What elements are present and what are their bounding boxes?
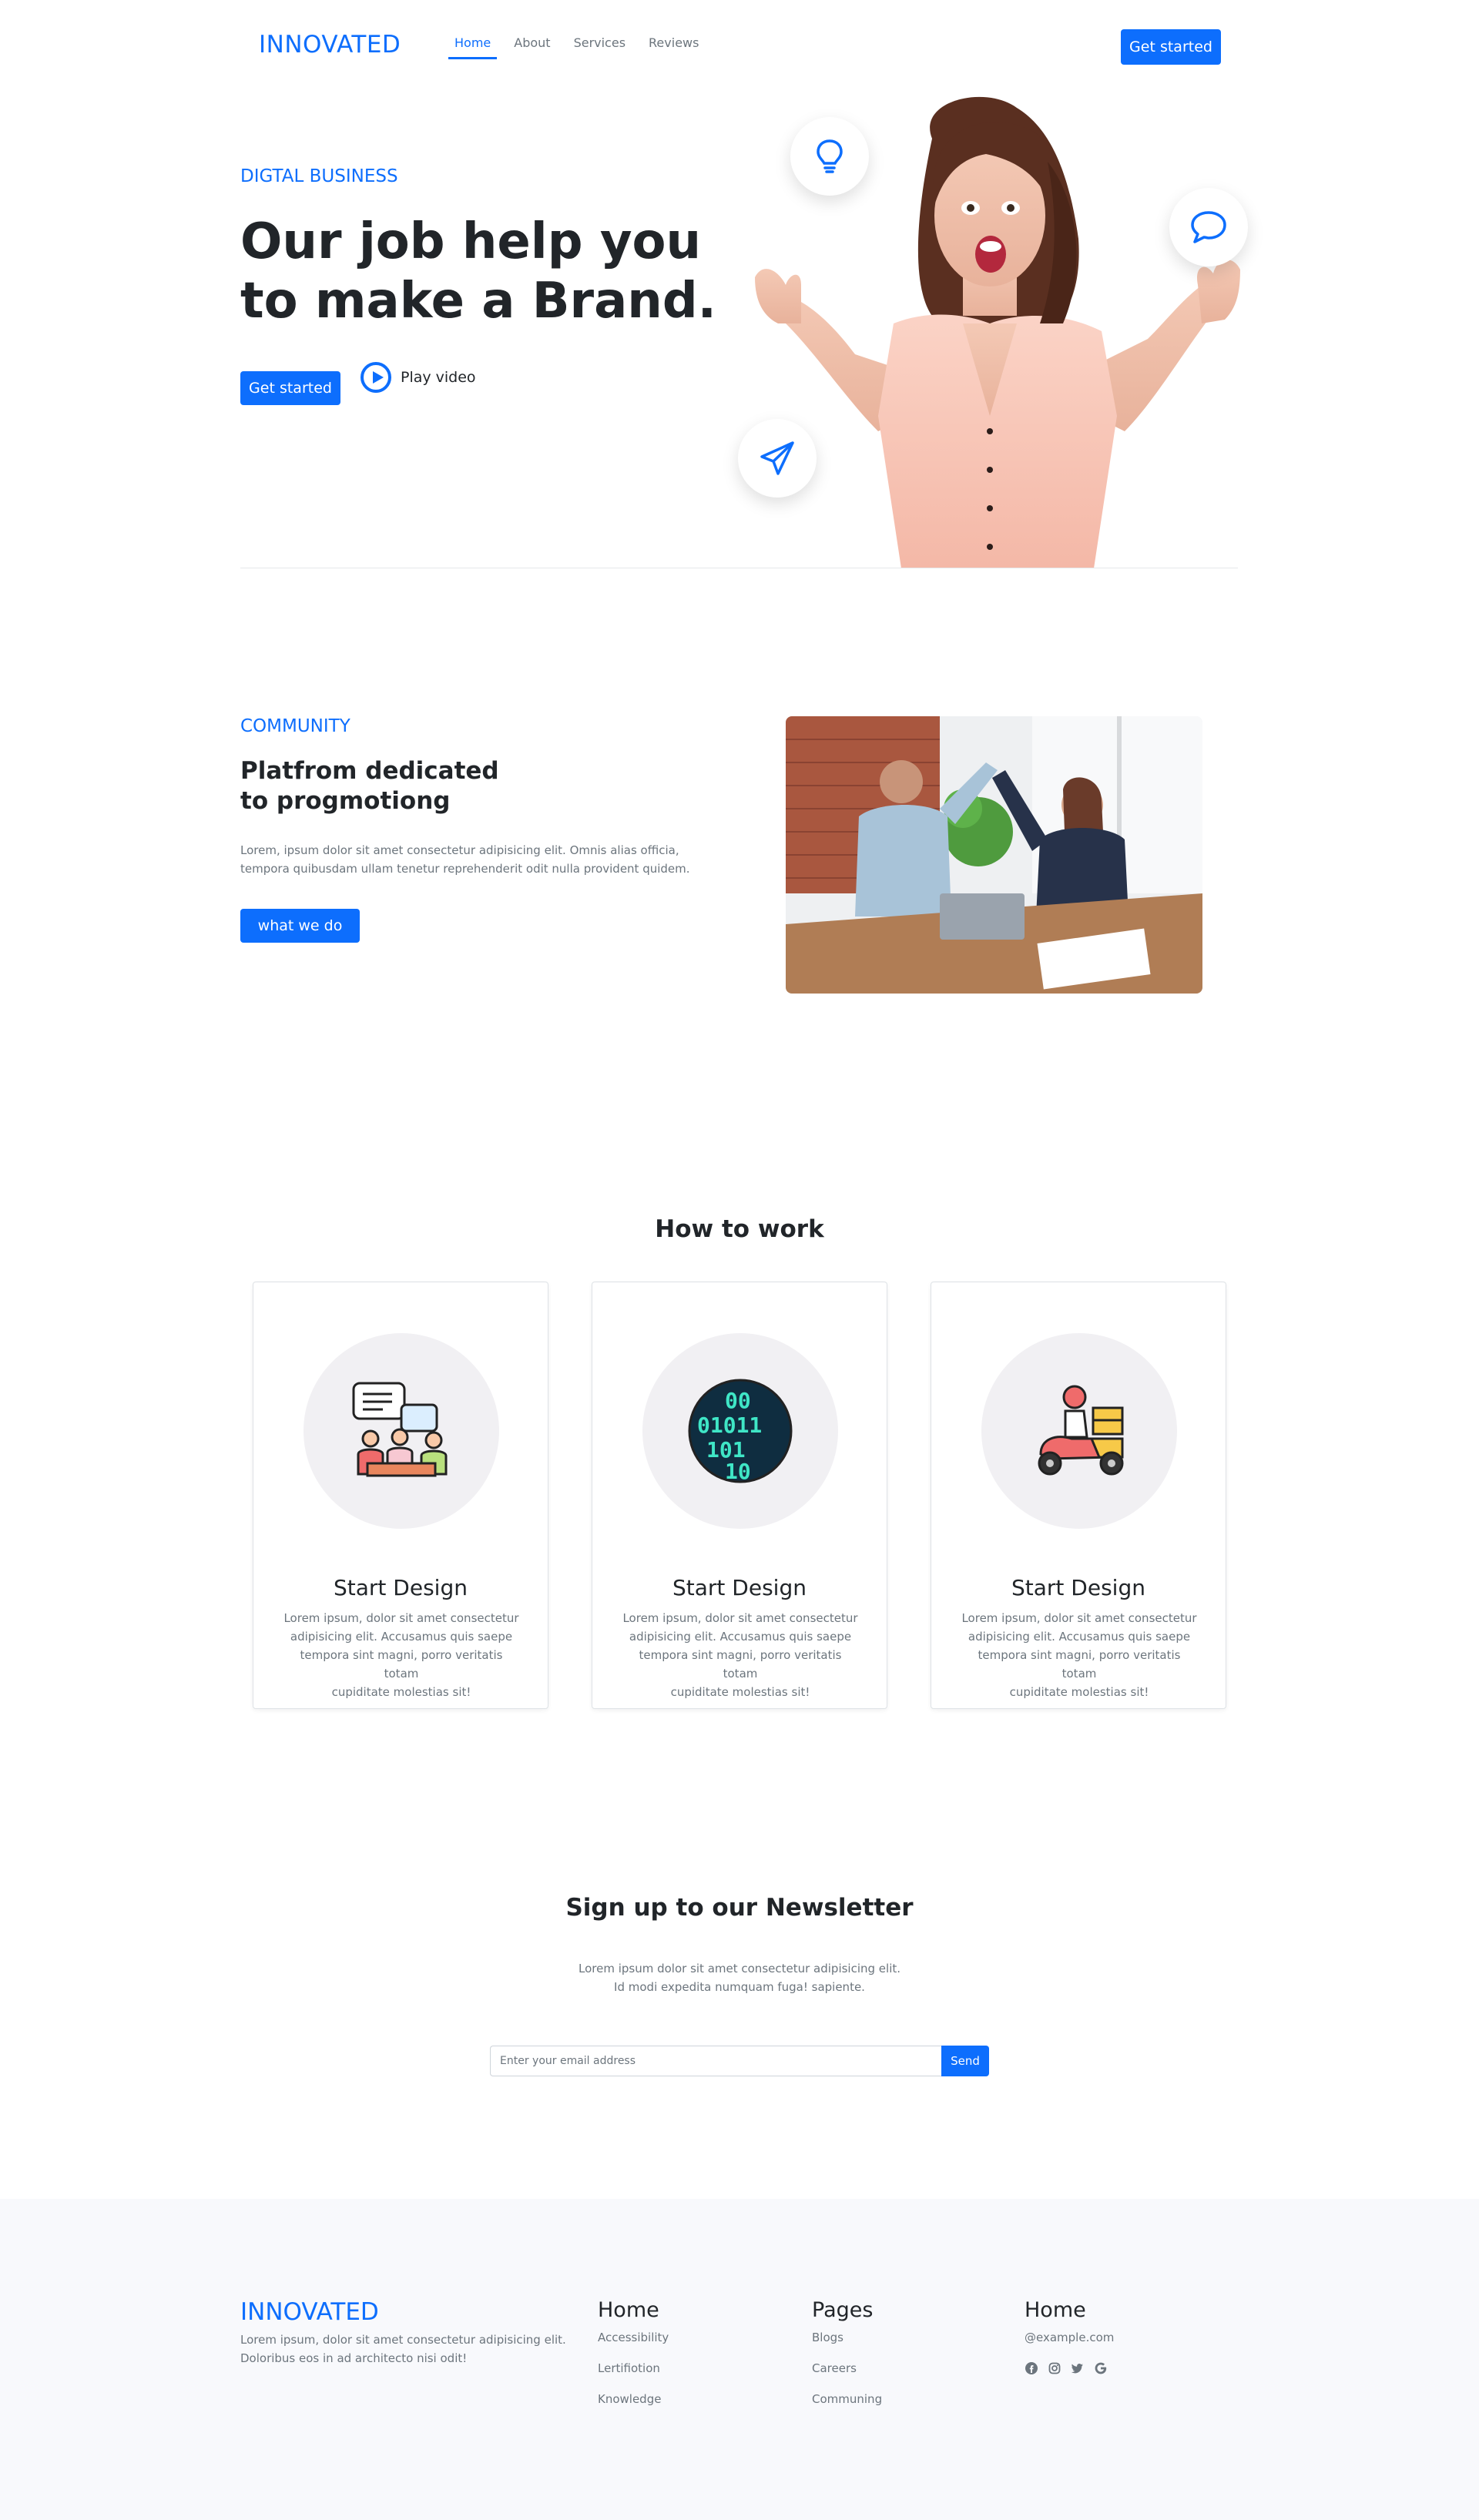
footer-link-lertifiotion[interactable]: Lertifiotion [598,2361,660,2375]
footer-col-pages-title: Pages [812,2298,874,2322]
card-title: Start Design [672,1575,807,1600]
team-meeting-icon [352,1382,448,1477]
card-icon-circle: 00 01011 101 10 [642,1333,838,1529]
community-title-line1: Platfrom dedicated [240,757,499,785]
community-eyebrow: COMMUNITY [240,716,350,736]
footer-link-knowledge[interactable]: Knowledge [598,2392,661,2406]
footer-link-blogs[interactable]: Blogs [812,2331,843,2344]
card-text: Lorem ipsum, dolor sit amet consectetur … [283,1609,520,1701]
nav-about[interactable]: About [508,35,556,59]
hero-get-started-button[interactable]: Get started [240,371,340,405]
card-text-line3: tempora sint magni, porro veritatis tota… [639,1648,842,1681]
card-text: Lorem ipsum, dolor sit amet consectetur … [961,1609,1198,1701]
footer-brand[interactable]: INNOVATED [240,2298,379,2326]
footer-link-accessibility[interactable]: Accessibility [598,2331,669,2344]
newsletter-form: Send [490,2046,989,2076]
newsletter-text: Lorem ipsum dolor sit amet consectetur a… [508,1959,971,1996]
card-text-line2: adipisicing elit. Accusamus quis saepe [290,1630,513,1644]
card-text-line4: cupiditate molestias sit! [331,1685,471,1699]
footer-col-home-title: Home [598,2298,659,2322]
delivery-scooter-icon [1038,1385,1124,1476]
footer [0,2199,1479,2520]
brand-logo[interactable]: INNOVATED [259,31,401,59]
card-text: Lorem ipsum, dolor sit amet consectetur … [622,1609,859,1701]
office-high-five-photo [786,716,1202,994]
work-card: 00 01011 101 10 Start Design Lorem ipsum… [592,1282,887,1709]
footer-email[interactable]: @example.com [1025,2331,1114,2344]
community-title-line2: to progmotiong [240,787,451,815]
social-links [1025,2361,1108,2375]
card-text-line4: cupiditate molestias sit! [1009,1685,1149,1699]
lightbulb-icon [817,139,843,173]
email-input[interactable] [490,2046,941,2076]
community-text-line2: tempora quibusdam ullam tenetur reprehen… [240,862,690,876]
card-text-line3: tempora sint magni, porro veritatis tota… [300,1648,503,1681]
newsletter-text-line2: Id modi expedita numquam fuga! sapiente. [614,1980,865,1994]
footer-link-communing[interactable]: Communing [812,2392,882,2406]
card-title: Start Design [334,1575,468,1600]
card-text-line1: Lorem ipsum, dolor sit amet consectetur [622,1611,858,1625]
lightbulb-circle [790,117,869,196]
card-icon-circle [304,1333,499,1529]
footer-text-line1: Lorem ipsum, dolor sit amet consectetur … [240,2333,566,2347]
send-button[interactable]: Send [941,2046,989,2076]
footer-col-contact-title: Home [1025,2298,1086,2322]
card-text-line3: tempora sint magni, porro veritatis tota… [978,1648,1181,1681]
hero-title-line1: Our job help you [240,213,702,270]
play-icon [361,362,391,393]
play-video-label: Play video [401,369,476,386]
newsletter-text-line1: Lorem ipsum dolor sit amet consectetur a… [578,1962,901,1975]
how-to-work-title: How to work [655,1215,824,1243]
what-we-do-button[interactable]: what we do [240,909,360,943]
twitter-icon[interactable] [1071,2361,1085,2375]
chat-circle [1169,188,1248,266]
facebook-icon[interactable] [1025,2361,1038,2375]
main-nav: Home About Services Reviews [448,35,716,59]
card-text-line1: Lorem ipsum, dolor sit amet consectetur [961,1611,1197,1625]
nav-get-started-button[interactable]: Get started [1121,29,1221,65]
footer-link-careers[interactable]: Careers [812,2361,857,2375]
footer-text: Lorem ipsum, dolor sit amet consectetur … [240,2331,579,2368]
svg-text:10: 10 [725,1459,751,1484]
svg-text:00: 00 [725,1388,751,1413]
community-title: Platfrom dedicated to progmotiong [240,756,564,816]
hero-title: Our job help you to make a Brand. [240,213,718,331]
google-icon[interactable] [1094,2361,1108,2375]
community-text: Lorem, ipsum dolor sit amet consectetur … [240,841,703,878]
card-text-line2: adipisicing elit. Accusamus quis saepe [968,1630,1191,1644]
footer-text-line2: Doloribus eos in ad architecto nisi odit… [240,2351,468,2365]
card-text-line1: Lorem ipsum, dolor sit amet consectetur [283,1611,519,1625]
work-card: Start Design Lorem ipsum, dolor sit amet… [931,1282,1226,1709]
binary-code-icon: 00 01011 101 10 [688,1379,793,1484]
community-text-line1: Lorem, ipsum dolor sit amet consectetur … [240,843,679,857]
play-video-button[interactable]: Play video [361,362,476,393]
chat-icon [1191,211,1226,243]
nav-reviews[interactable]: Reviews [642,35,705,59]
card-icon-circle [981,1333,1177,1529]
paper-plane-circle [738,419,817,498]
card-text-line4: cupiditate molestias sit! [670,1685,810,1699]
nav-home[interactable]: Home [448,35,498,59]
hero-title-line2: to make a Brand. [240,273,716,330]
card-title: Start Design [1011,1575,1145,1600]
work-card: Start Design Lorem ipsum, dolor sit amet… [253,1282,548,1709]
paper-plane-icon [760,441,794,475]
card-text-line2: adipisicing elit. Accusamus quis saepe [629,1630,852,1644]
svg-text:01011: 01011 [697,1412,762,1438]
instagram-icon[interactable] [1048,2361,1061,2375]
nav-services[interactable]: Services [568,35,632,59]
hero-eyebrow: DIGTAL BUSINESS [240,166,398,186]
newsletter-title: Sign up to our Newsletter [565,1894,914,1922]
